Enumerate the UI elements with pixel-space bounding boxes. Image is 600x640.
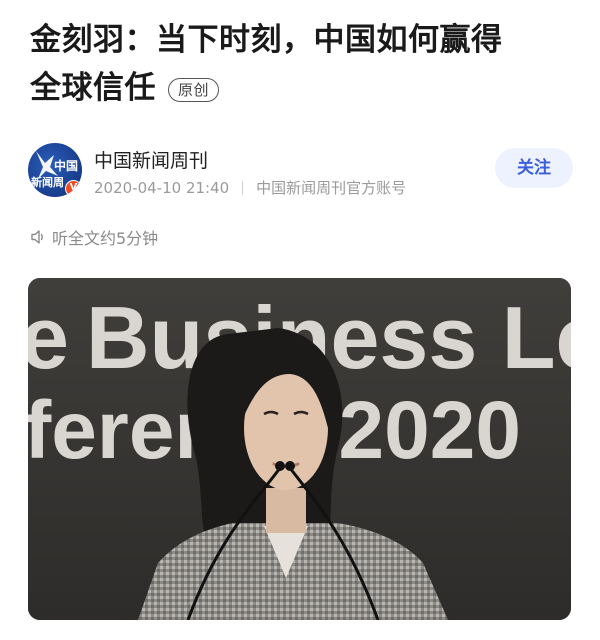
title-line-2: 全球信任 原创 — [30, 64, 575, 112]
listen-full-text[interactable]: 听全文约5分钟 — [30, 225, 158, 249]
follow-button[interactable]: 关注 — [495, 148, 573, 188]
avatar-text-1: 中国 — [54, 159, 79, 173]
publish-date: 2020-04-10 21:40 — [94, 178, 230, 197]
avatar-text-2: 新闻周 — [31, 176, 64, 189]
verified-badge-icon: V — [65, 180, 82, 197]
original-badge: 原创 — [168, 78, 220, 102]
author-name[interactable]: 中国新闻周刊 — [94, 146, 208, 173]
meta-divider — [242, 180, 244, 195]
title-line-2-text: 全球信任 — [30, 70, 156, 106]
speaker-photo: e Business Le ference 2020 — [28, 278, 571, 620]
author-meta: 2020-04-10 21:40 中国新闻周刊官方账号 — [94, 177, 406, 198]
listen-label: 听全文约5分钟 — [52, 229, 159, 248]
author-avatar[interactable]: 中国 新闻周 V — [28, 143, 82, 197]
article-title: 金刻羽：当下时刻，中国如何赢得 全球信任 原创 — [30, 16, 575, 112]
title-line-1: 金刻羽：当下时刻，中国如何赢得 — [30, 22, 503, 58]
account-description: 中国新闻周刊官方账号 — [256, 179, 407, 197]
backdrop-prefix: e — [28, 288, 69, 387]
speaker-icon — [31, 230, 43, 244]
article-hero-image[interactable]: e Business Le ference 2020 — [28, 278, 571, 620]
author-row: 中国 新闻周 V 中国新闻周刊 2020-04-10 21:40 中国新闻周刊官… — [28, 143, 573, 203]
